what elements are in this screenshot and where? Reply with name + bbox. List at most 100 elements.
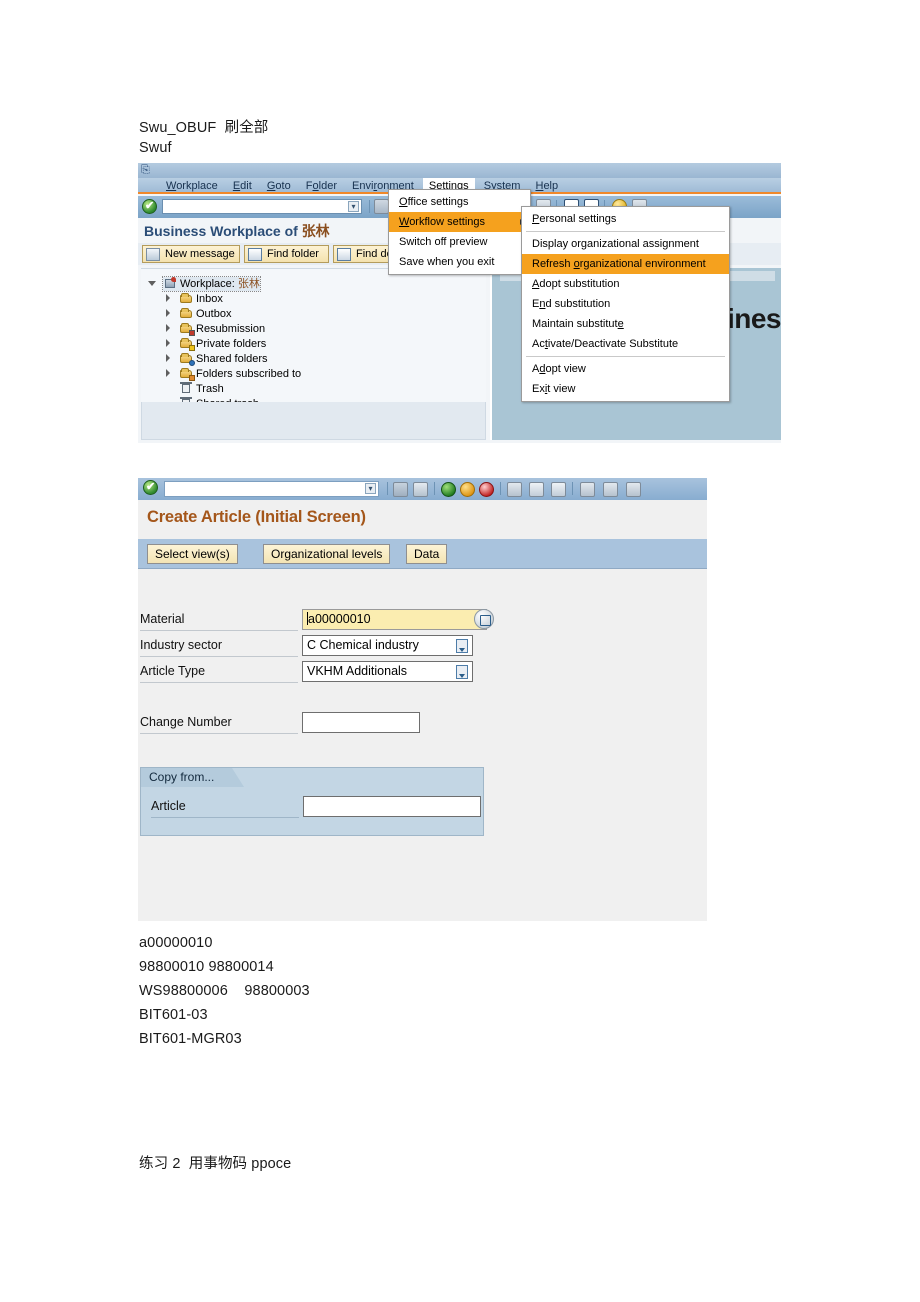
note-line-1: a00000010	[139, 935, 213, 951]
label-material: Material	[140, 612, 185, 626]
menu-item-office-settings[interactable]: OOffice settingsffice settings	[389, 192, 530, 212]
menu-item-maintain-substitute[interactable]: Maintain substitute	[522, 314, 729, 334]
cancel-icon[interactable]	[479, 482, 494, 497]
workflow-settings-submenu: Personal settings Display organizational…	[521, 206, 730, 402]
menu-edit[interactable]: Edit	[227, 178, 258, 193]
page-title: Create Article (Initial Screen)	[147, 508, 366, 526]
folder-inbox-icon	[179, 292, 193, 304]
menu-item-adopt-substitution[interactable]: Adopt substitution	[522, 274, 729, 294]
command-field[interactable]: ▾	[164, 481, 379, 497]
menu-goto[interactable]: Goto	[261, 178, 297, 193]
tab-organizational-levels[interactable]: Organizational levels	[263, 544, 391, 564]
toolbar: ▾	[138, 478, 707, 500]
enter-ok-icon[interactable]	[142, 199, 157, 214]
back-icon[interactable]	[441, 482, 456, 497]
field-row-article-type: Article Type VKHM Additionals	[140, 661, 490, 683]
input-industry-sector[interactable]: C Chemical industry	[302, 635, 473, 656]
page-title-user: 张林	[301, 223, 330, 239]
field-row-industry-sector: Industry sector C Chemical industry	[140, 635, 490, 657]
input-material[interactable]: a00000010	[302, 609, 487, 630]
print-icon[interactable]	[507, 482, 522, 497]
settings-menu: OOffice settingsffice settings Workflow …	[388, 189, 531, 275]
chevron-right-icon[interactable]	[166, 324, 170, 332]
menu-item-workflow-settings[interactable]: Workflow settings	[389, 212, 530, 232]
input-copy-article[interactable]	[303, 796, 481, 817]
menu-folder[interactable]: Folder	[300, 178, 343, 193]
tree-label-inbox: Inbox	[196, 293, 223, 305]
page-title: Business Workplace of 张林	[144, 221, 330, 241]
dropdown-icon[interactable]	[456, 665, 468, 679]
first-page-icon[interactable]	[580, 482, 595, 497]
input-industry-sector-value: C Chemical industry	[307, 638, 419, 652]
tree-item-resubmission[interactable]: Resubmission	[166, 322, 265, 336]
window-system-icon[interactable]: ⎘	[141, 164, 153, 176]
chevron-right-icon[interactable]	[166, 354, 170, 362]
menu-item-switch-off-preview[interactable]: Switch off preview	[389, 232, 530, 252]
tab-data[interactable]: Data	[406, 544, 448, 564]
menu-item-exit-view[interactable]: Exit view	[522, 379, 729, 399]
next-page-icon[interactable]	[626, 482, 641, 497]
chevron-right-icon[interactable]	[166, 294, 170, 302]
tree-item-private-folders[interactable]: Private folders	[166, 337, 267, 351]
chevron-right-icon[interactable]	[166, 309, 170, 317]
save-icon[interactable]	[413, 482, 428, 497]
tab-select-views[interactable]: Select view(s)	[147, 544, 238, 564]
tree-label-folders-subscribed: Folders subscribed to	[196, 368, 302, 380]
form-body: Material a00000010 Industry sector C Che…	[138, 569, 707, 921]
workplace-icon	[163, 277, 177, 289]
command-field-dropdown-icon[interactable]: ▾	[365, 483, 376, 494]
previous-page-icon[interactable]	[603, 482, 618, 497]
command-field[interactable]: ▾	[162, 199, 362, 214]
find-folder-button[interactable]: Find folder	[244, 245, 329, 263]
menu-item-personal-settings[interactable]: Personal settings	[522, 209, 729, 229]
doc-line-2: Swuf	[139, 140, 172, 156]
chevron-down-icon[interactable]	[148, 281, 156, 286]
new-message-button[interactable]: New message	[142, 245, 240, 263]
copy-from-group-title: Copy from...	[141, 768, 244, 787]
back-nav-icon[interactable]	[393, 482, 408, 497]
menu-item-end-substitution[interactable]: End substitution	[522, 294, 729, 314]
label-industry-sector: Industry sector	[140, 638, 222, 652]
back-nav-icon[interactable]	[374, 199, 389, 214]
menu-help[interactable]: Help	[529, 178, 564, 193]
dropdown-icon[interactable]	[456, 639, 468, 653]
folder-outbox-icon	[179, 307, 193, 319]
menu-divider	[526, 231, 725, 232]
tree-pane-footer	[141, 402, 486, 440]
tree-item-workplace[interactable]: Workplace: 张林	[148, 276, 261, 292]
tree-item-inbox[interactable]: Inbox	[166, 292, 223, 306]
input-change-number[interactable]	[302, 712, 420, 733]
new-message-icon	[146, 248, 160, 261]
enter-ok-icon[interactable]	[143, 480, 158, 495]
page-title-text: Business Workplace of	[144, 223, 302, 239]
binoculars-icon	[337, 248, 351, 261]
menu-workplace[interactable]: WWorkplaceorkplace	[160, 178, 224, 193]
tree-label-private-folders: Private folders	[196, 338, 267, 350]
find-next-icon[interactable]	[551, 482, 566, 497]
find-folder-label: Find folder	[267, 248, 319, 260]
find-icon[interactable]	[529, 482, 544, 497]
tree-label-workplace: Workplace:	[180, 278, 238, 290]
menu-item-activate-deactivate-substitute[interactable]: Activate/Deactivate Substitute	[522, 334, 729, 354]
menu-item-refresh-organizational-environment[interactable]: Refresh organizational environment	[522, 254, 729, 274]
tree-item-folders-subscribed[interactable]: Folders subscribed to	[166, 367, 302, 381]
create-article-window: ▾ Create Article (Initial Screen) Select…	[138, 478, 707, 921]
note-line-5: BIT601-MGR03	[139, 1031, 242, 1047]
note-line-3: WS98800006 98800003	[139, 983, 310, 999]
binoculars-icon	[248, 248, 262, 261]
menu-item-adopt-view[interactable]: Adopt view	[522, 359, 729, 379]
tree-item-outbox[interactable]: Outbox	[166, 307, 231, 321]
tree-item-trash[interactable]: Trash	[179, 382, 224, 396]
chevron-right-icon[interactable]	[166, 339, 170, 347]
menu-item-display-organizational-assignment[interactable]: Display organizational assignment	[522, 234, 729, 254]
chevron-right-icon[interactable]	[166, 369, 170, 377]
menu-item-save-when-you-exit[interactable]: Save when you exit	[389, 252, 530, 272]
command-field-dropdown-icon[interactable]: ▾	[348, 201, 359, 212]
exit-icon[interactable]	[460, 482, 475, 497]
tree-item-shared-folders[interactable]: Shared folders	[166, 352, 268, 366]
search-help-icon[interactable]	[474, 609, 494, 629]
folder-resubmission-icon	[179, 322, 195, 336]
input-article-type[interactable]: VKHM Additionals	[302, 661, 473, 682]
label-copy-article: Article	[151, 799, 186, 813]
footer-line: 练习 2 用事物码 ppoce	[139, 1156, 292, 1172]
